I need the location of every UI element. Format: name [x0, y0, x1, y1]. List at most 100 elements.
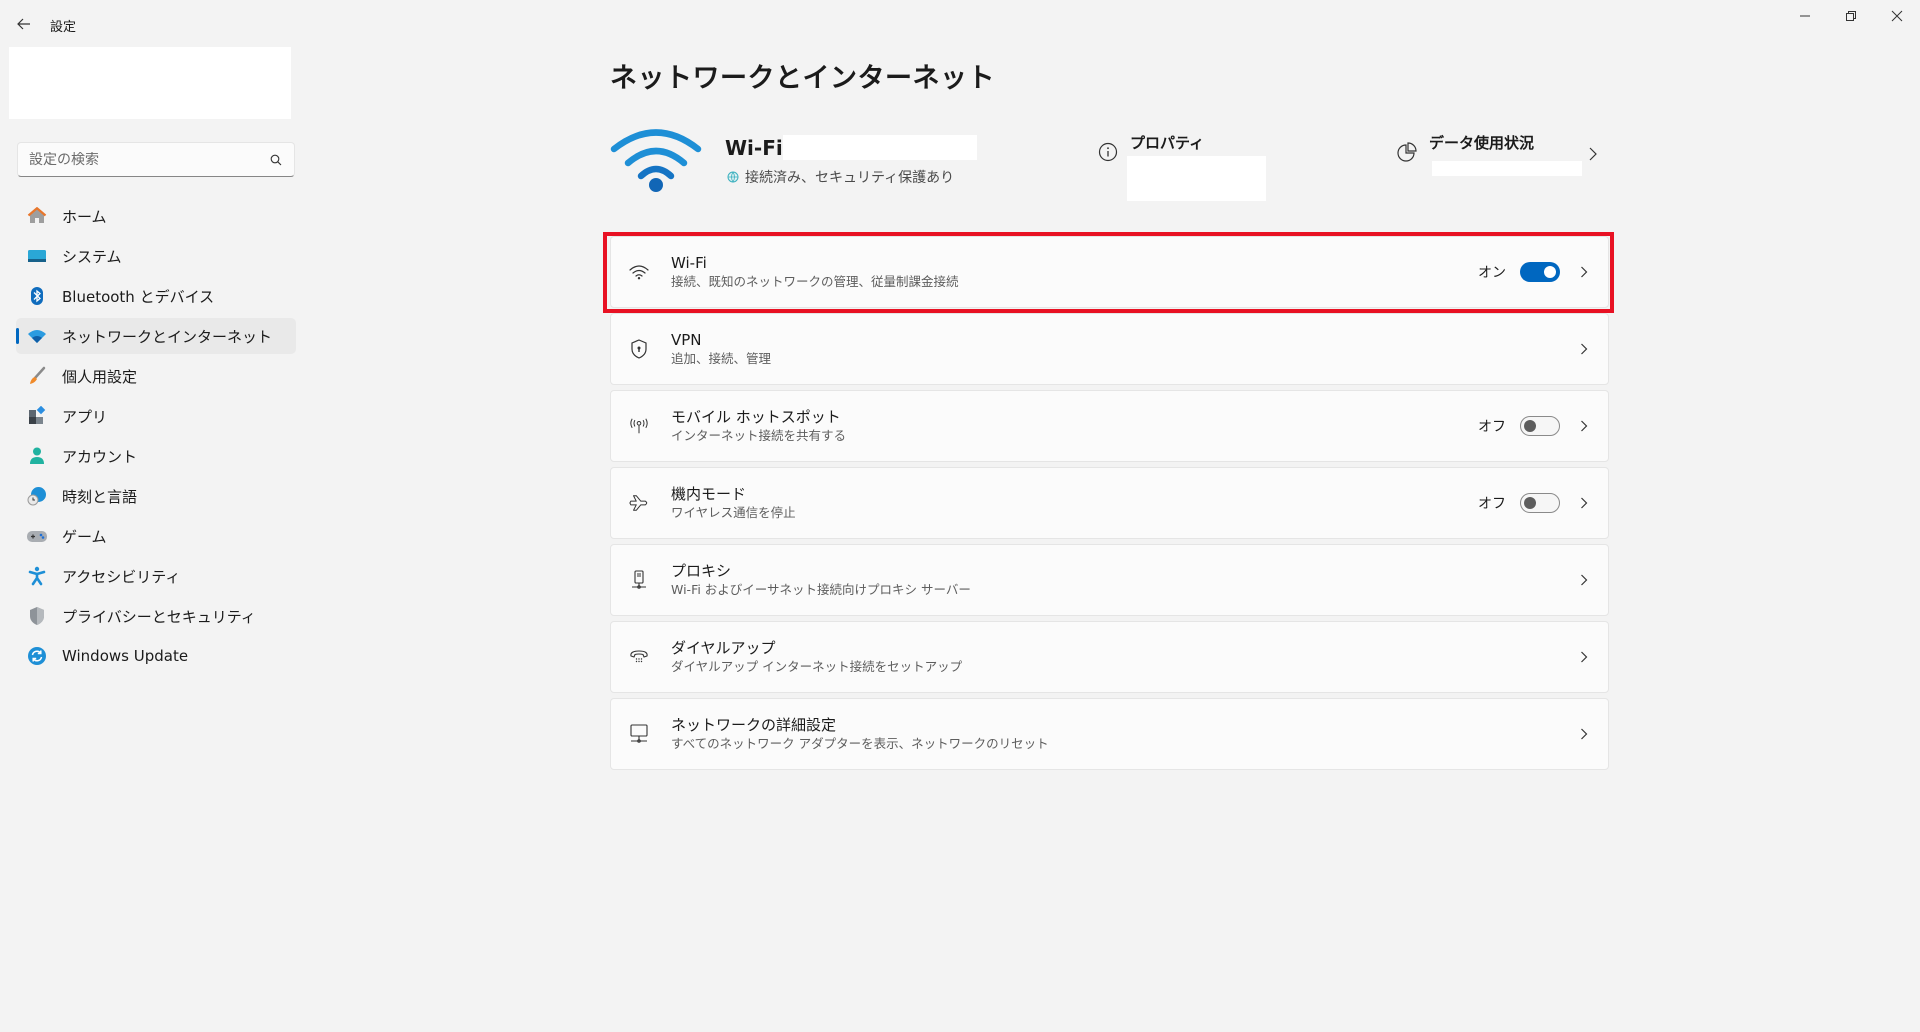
- setting-card-dialup[interactable]: ダイヤルアップ ダイヤルアップ インターネット接続をセットアップ: [610, 621, 1609, 693]
- minimize-icon: [1800, 15, 1810, 17]
- accessibility-icon: [26, 565, 48, 587]
- sidebar-item-accounts[interactable]: アカウント: [16, 438, 296, 474]
- setting-card-advanced-network[interactable]: ネットワークの詳細設定 すべてのネットワーク アダプターを表示、ネットワークのリ…: [610, 698, 1609, 770]
- sidebar-item-time-language[interactable]: 時刻と言語: [16, 478, 296, 514]
- setting-card-proxy[interactable]: プロキシ Wi-Fi およびイーサネット接続向けプロキシ サーバー: [610, 544, 1609, 616]
- chevron-right-icon: [1589, 147, 1597, 161]
- page-title: ネットワークとインターネット: [610, 63, 995, 94]
- back-button[interactable]: [10, 10, 38, 38]
- network-icon: [26, 325, 48, 347]
- toggle-state-label: オン: [1478, 265, 1506, 281]
- sidebar-item-personalization[interactable]: 個人用設定: [16, 358, 296, 394]
- setting-card-airplane-mode[interactable]: 機内モード ワイヤレス通信を停止 オフ: [610, 467, 1609, 539]
- hotspot-icon: [629, 416, 649, 436]
- vpn-shield-icon: [629, 339, 649, 359]
- account-icon: [26, 445, 48, 467]
- airplane-icon: [629, 493, 649, 513]
- setting-title: 機内モード: [671, 485, 747, 503]
- data-usage-link[interactable]: データ使用状況: [1395, 132, 1534, 164]
- sidebar-item-label: 時刻と言語: [62, 487, 138, 506]
- sidebar-item-label: プライバシーとセキュリティ: [62, 607, 256, 626]
- wifi-icon: [629, 262, 649, 282]
- sidebar-item-label: Bluetooth とデバイス: [62, 287, 215, 306]
- setting-title: ネットワークの詳細設定: [671, 716, 837, 734]
- sidebar-item-apps[interactable]: アプリ: [16, 398, 296, 434]
- setting-subtitle: ダイヤルアップ インターネット接続をセットアップ: [671, 659, 963, 674]
- setting-subtitle: すべてのネットワーク アダプターを表示、ネットワークのリセット: [671, 736, 1049, 751]
- bluetooth-icon: [26, 285, 48, 307]
- sidebar-item-label: システム: [62, 247, 122, 266]
- chevron-right-icon: [1578, 572, 1590, 588]
- sidebar-item-network[interactable]: ネットワークとインターネット: [16, 318, 296, 354]
- home-icon: [26, 205, 48, 227]
- window-controls: [1782, 0, 1920, 32]
- sidebar-item-gaming[interactable]: ゲーム: [16, 518, 296, 554]
- sidebar-item-label: Windows Update: [62, 647, 189, 665]
- search-icon[interactable]: [268, 152, 284, 168]
- sidebar-item-accessibility[interactable]: アクセシビリティ: [16, 558, 296, 594]
- redacted-properties-value: [1127, 156, 1266, 201]
- globe-icon: [727, 171, 739, 183]
- setting-subtitle: Wi-Fi およびイーサネット接続向けプロキシ サーバー: [671, 582, 971, 597]
- windows-update-icon: [26, 645, 48, 667]
- user-profile-card[interactable]: [9, 47, 291, 119]
- sidebar-item-label: アプリ: [62, 407, 108, 426]
- setting-subtitle: 接続、既知のネットワークの管理、従量制課金接続: [671, 274, 959, 289]
- sidebar-item-privacy-security[interactable]: プライバシーとセキュリティ: [16, 598, 296, 634]
- connection-status: 接続済み、セキュリティ保護あり: [727, 167, 954, 187]
- chevron-right-icon: [1578, 341, 1590, 357]
- chevron-right-icon: [1578, 726, 1590, 742]
- back-arrow-icon: [17, 18, 30, 30]
- connection-name: Wi-Fi: [725, 136, 783, 160]
- restore-button[interactable]: [1828, 0, 1874, 32]
- chevron-right-icon: [1578, 264, 1590, 280]
- shield-icon: [26, 605, 48, 627]
- setting-card-wifi[interactable]: Wi-Fi 接続、既知のネットワークの管理、従量制課金接続 オン: [610, 236, 1609, 308]
- data-usage-label: データ使用状況: [1429, 134, 1535, 152]
- close-icon: [1891, 10, 1903, 22]
- chevron-right-icon: [1578, 495, 1590, 511]
- setting-title: VPN: [671, 331, 702, 349]
- search-box[interactable]: [17, 142, 295, 177]
- setting-subtitle: ワイヤレス通信を停止: [671, 505, 796, 520]
- network-settings-list: Wi-Fi 接続、既知のネットワークの管理、従量制課金接続 オン VPN 追加、…: [610, 236, 1609, 775]
- sidebar-item-home[interactable]: ホーム: [16, 198, 296, 234]
- sidebar-item-label: ゲーム: [62, 527, 107, 546]
- toggle-state-label: オフ: [1478, 419, 1506, 435]
- sidebar-item-bluetooth[interactable]: Bluetooth とデバイス: [16, 278, 296, 314]
- system-icon: [26, 245, 48, 267]
- airplane-mode-toggle[interactable]: [1520, 493, 1560, 513]
- minimize-button[interactable]: [1782, 0, 1828, 32]
- mobile-hotspot-toggle[interactable]: [1520, 416, 1560, 436]
- gamepad-icon: [26, 525, 48, 547]
- toggle-state-label: オフ: [1478, 496, 1506, 512]
- app-title: 設定: [50, 20, 77, 35]
- sidebar-nav: ホーム システム Bluetooth とデバイス ネットワークとインターネット …: [16, 198, 296, 678]
- chevron-right-icon: [1578, 418, 1590, 434]
- search-input[interactable]: [29, 151, 268, 168]
- setting-subtitle: 追加、接続、管理: [671, 351, 772, 366]
- sidebar-item-label: 個人用設定: [62, 367, 138, 386]
- dialup-phone-icon: [629, 647, 649, 667]
- restore-icon: [1846, 11, 1856, 21]
- wifi-large-icon: [608, 122, 704, 194]
- sidebar-item-label: アクセシビリティ: [62, 567, 181, 586]
- sidebar-item-system[interactable]: システム: [16, 238, 296, 274]
- sidebar-item-windows-update[interactable]: Windows Update: [16, 638, 296, 674]
- sidebar-item-label: ホーム: [62, 207, 107, 226]
- title-bar: 設定: [0, 0, 1920, 48]
- info-icon: [1096, 140, 1120, 164]
- apps-icon: [26, 405, 48, 427]
- setting-card-mobile-hotspot[interactable]: モバイル ホットスポット インターネット接続を共有する オフ: [610, 390, 1609, 462]
- setting-subtitle: インターネット接続を共有する: [671, 428, 847, 443]
- setting-title: ダイヤルアップ: [671, 639, 776, 657]
- setting-card-vpn[interactable]: VPN 追加、接続、管理: [610, 313, 1609, 385]
- data-usage-chevron[interactable]: [1585, 144, 1601, 164]
- sidebar-item-label: ネットワークとインターネット: [62, 327, 273, 346]
- time-language-icon: [26, 485, 48, 507]
- sidebar-item-label: アカウント: [62, 447, 138, 466]
- wifi-toggle[interactable]: [1520, 262, 1560, 282]
- connection-status-text: 接続済み、セキュリティ保護あり: [745, 170, 955, 186]
- close-button[interactable]: [1874, 0, 1920, 32]
- setting-title: Wi-Fi: [671, 254, 707, 272]
